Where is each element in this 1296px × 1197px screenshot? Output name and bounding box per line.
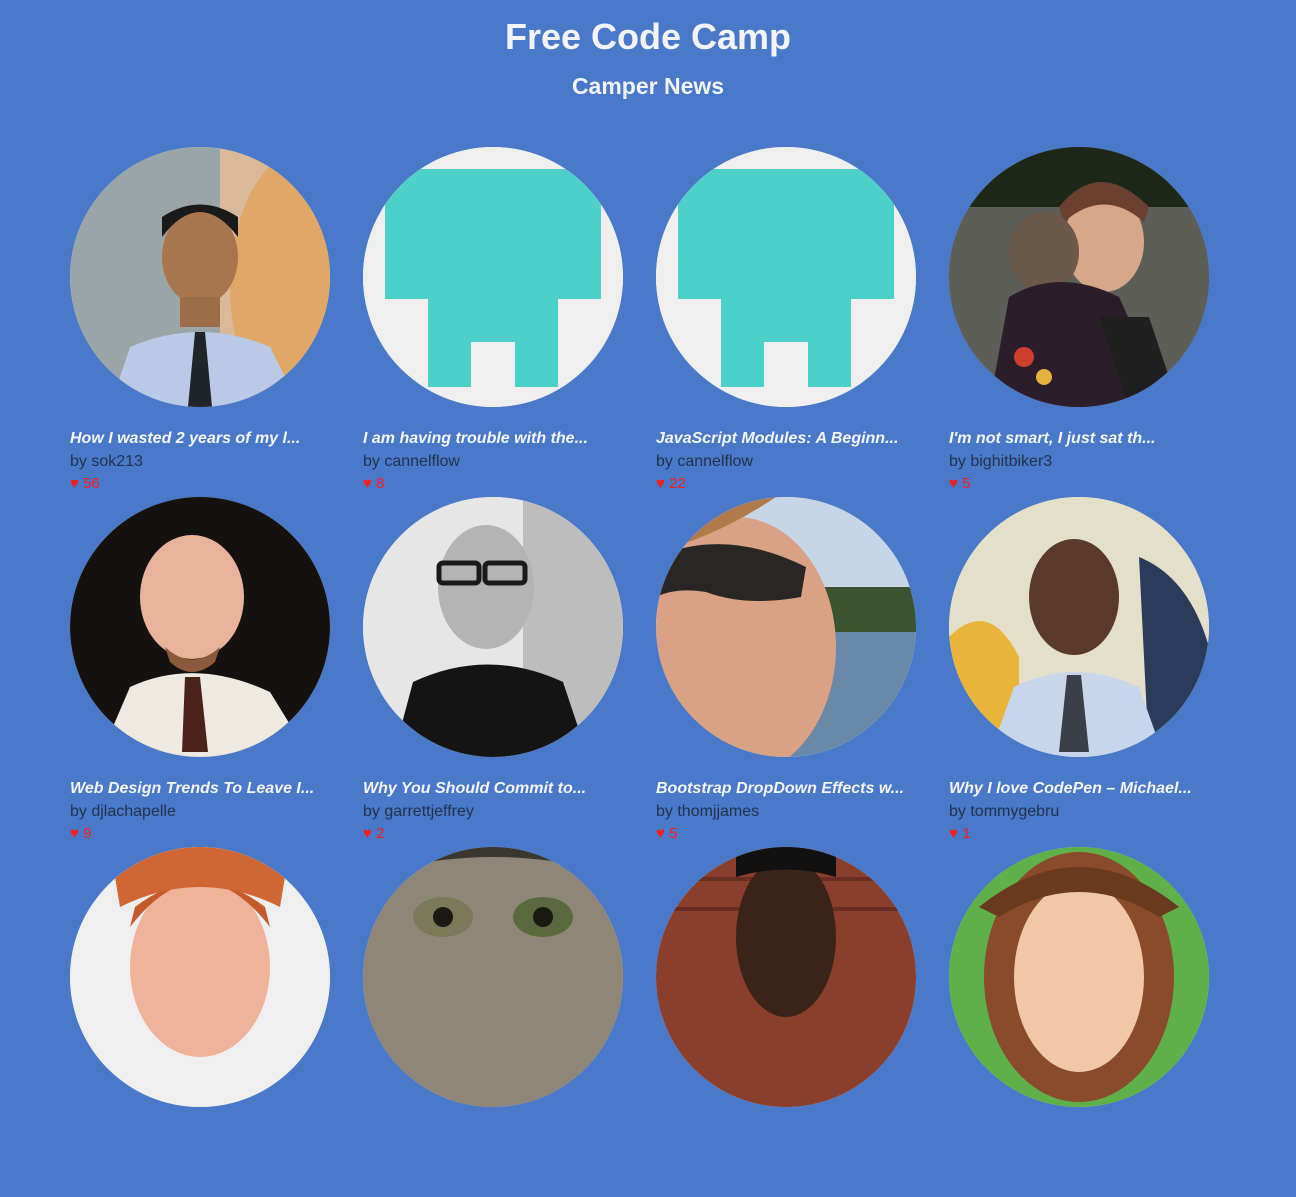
author-avatar[interactable] (70, 147, 330, 407)
author-avatar[interactable] (949, 847, 1209, 1107)
news-card (70, 847, 330, 1197)
news-card: How I wasted 2 years of my l... by sok21… (70, 147, 330, 497)
post-title-link[interactable]: Web Design Trends To Leave I... (70, 780, 330, 798)
news-card: I am having trouble with the... by canne… (363, 147, 623, 497)
post-author[interactable]: by bighitbiker3 (949, 453, 1052, 471)
post-title-link[interactable]: Why I love CodePen – Michael... (949, 780, 1209, 798)
post-likes: ♥ 1 (949, 825, 970, 842)
likes-count: 1 (962, 825, 971, 842)
post-title-link[interactable]: Why You Should Commit to... (363, 780, 623, 798)
post-author[interactable]: by tommygebru (949, 803, 1059, 821)
heart-icon: ♥ (949, 825, 958, 842)
post-title-link[interactable]: JavaScript Modules: A Beginn... (656, 430, 916, 448)
news-card: I'm not smart, I just sat th... by bighi… (949, 147, 1209, 497)
post-title-link[interactable]: How I wasted 2 years of my l... (70, 430, 330, 448)
news-card: Web Design Trends To Leave I... by djlac… (70, 497, 330, 847)
author-avatar[interactable] (656, 847, 916, 1107)
post-likes: ♥ 5 (656, 825, 677, 842)
post-author[interactable]: by garrettjeffrey (363, 803, 474, 821)
heart-icon: ♥ (949, 475, 958, 492)
heart-icon: ♥ (363, 475, 372, 492)
news-card: Why You Should Commit to... by garrettje… (363, 497, 623, 847)
heart-icon: ♥ (656, 475, 665, 492)
post-likes: ♥ 8 (363, 475, 384, 492)
post-likes: ♥ 5 (949, 475, 970, 492)
post-author[interactable]: by cannelflow (363, 453, 460, 471)
author-avatar[interactable] (363, 147, 623, 407)
author-avatar[interactable] (949, 497, 1209, 757)
author-avatar[interactable] (363, 847, 623, 1107)
likes-count: 5 (962, 475, 971, 492)
post-likes: ♥ 2 (363, 825, 384, 842)
news-card (363, 847, 623, 1197)
author-avatar[interactable] (656, 497, 916, 757)
author-avatar[interactable] (363, 497, 623, 757)
post-title-link[interactable]: I'm not smart, I just sat th... (949, 430, 1209, 448)
author-avatar[interactable] (656, 147, 916, 407)
post-title-link[interactable]: Bootstrap DropDown Effects w... (656, 780, 916, 798)
likes-count: 22 (669, 475, 686, 492)
news-card: JavaScript Modules: A Beginn... by canne… (656, 147, 916, 497)
likes-count: 8 (376, 475, 385, 492)
likes-count: 5 (669, 825, 678, 842)
post-author[interactable]: by thomjjames (656, 803, 759, 821)
post-author[interactable]: by djlachapelle (70, 803, 176, 821)
post-likes: ♥ 9 (70, 825, 91, 842)
news-grid: How I wasted 2 years of my l... by sok21… (70, 147, 1209, 1197)
news-card (656, 847, 916, 1197)
author-avatar[interactable] (949, 147, 1209, 407)
post-likes: ♥ 22 (656, 475, 686, 492)
post-author[interactable]: by sok213 (70, 453, 143, 471)
news-card: Why I love CodePen – Michael... by tommy… (949, 497, 1209, 847)
heart-icon: ♥ (70, 475, 79, 492)
author-avatar[interactable] (70, 847, 330, 1107)
author-avatar[interactable] (70, 497, 330, 757)
heart-icon: ♥ (70, 825, 79, 842)
post-author[interactable]: by cannelflow (656, 453, 753, 471)
likes-count: 9 (83, 825, 92, 842)
post-likes: ♥ 56 (70, 475, 100, 492)
page-subtitle: Camper News (571, 73, 725, 99)
likes-count: 56 (83, 475, 100, 492)
heart-icon: ♥ (363, 825, 372, 842)
heart-icon: ♥ (656, 825, 665, 842)
site-title: Free Code Camp (504, 16, 792, 57)
news-card: Bootstrap DropDown Effects w... by thomj… (656, 497, 916, 847)
likes-count: 2 (376, 825, 385, 842)
news-card (949, 847, 1209, 1197)
post-title-link[interactable]: I am having trouble with the... (363, 430, 623, 448)
